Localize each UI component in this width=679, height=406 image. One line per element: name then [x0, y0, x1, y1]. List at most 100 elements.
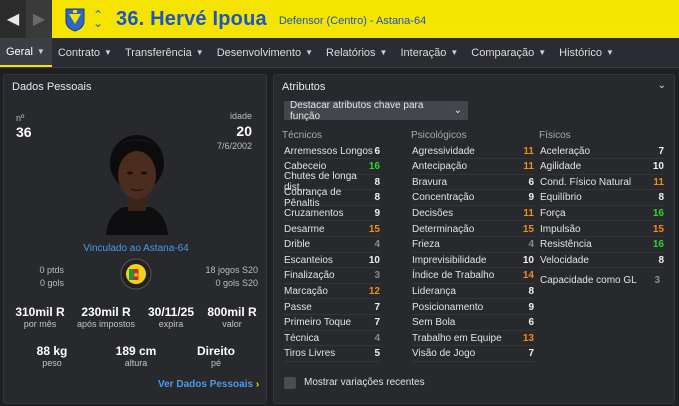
attribute-name: Sem Bola — [412, 317, 456, 329]
attribute-row[interactable]: Primeiro Toque 7 — [284, 316, 380, 331]
attribute-row[interactable]: Agressividade 11 — [412, 144, 534, 159]
attribute-row[interactable]: Técnica 4 — [284, 331, 380, 347]
number-label: nº — [16, 113, 25, 123]
tab-label: Comparação — [471, 46, 535, 59]
stat-label: após impostos — [76, 319, 136, 329]
attribute-row[interactable]: Passe 7 — [284, 300, 380, 315]
attribute-name: Antecipação — [412, 161, 468, 173]
attribute-row[interactable]: Bravura 6 — [412, 175, 534, 191]
highlight-attributes-dropdown[interactable]: Destacar atributos chave para função ⌄ — [284, 100, 468, 122]
stat-value: 800mil R — [207, 305, 257, 319]
attribute-row[interactable]: Decisões 11 — [412, 206, 534, 222]
stat-value: 230mil R — [81, 305, 131, 319]
attribute-row[interactable]: Cond. Físico Natural 11 — [540, 175, 664, 191]
attribute-value: 6 — [528, 176, 534, 188]
foot-stat: Direito pé — [184, 344, 248, 368]
attribute-name: Aceleração — [540, 145, 591, 157]
attribute-name: Frieza — [412, 239, 440, 251]
attribute-name: Desarme — [284, 223, 325, 235]
attribute-row[interactable]: Arremessos Longos 6 — [284, 144, 380, 159]
attribute-row[interactable]: Impulsão 15 — [540, 222, 664, 237]
caret-down-icon: ▼ — [605, 48, 614, 57]
attribute-row[interactable]: Frieza 4 — [412, 238, 534, 253]
attribute-name: Bravura — [412, 176, 448, 188]
club-link[interactable]: Vinculado ao Astana-64 — [4, 243, 268, 254]
nav-arrows: ◀ ▶ — [0, 0, 52, 38]
attribute-row[interactable]: Escanteios 10 — [284, 253, 380, 269]
attribute-name: Agressividade — [412, 145, 475, 157]
attribute-row[interactable]: Concentração 9 — [412, 191, 534, 206]
tab-label: Histórico — [559, 46, 602, 59]
tab-relatorios[interactable]: Relatórios ▼ — [320, 38, 394, 67]
tab-transferencia[interactable]: Transferência ▼ — [119, 38, 211, 67]
tab-label: Geral — [6, 45, 33, 58]
stat-label: peso — [42, 358, 62, 368]
attribute-row[interactable]: Posicionamento 9 — [412, 300, 534, 315]
attribute-row[interactable]: Tiros Livres 5 — [284, 347, 380, 362]
player-name: 36. Hervé Ipoua — [116, 7, 267, 30]
national-flag-icon[interactable] — [120, 258, 152, 290]
club-crest-icon[interactable] — [64, 6, 86, 32]
avatar — [98, 121, 176, 235]
attribute-name: Força — [540, 207, 566, 219]
attribute-row[interactable]: Índice de Trabalho 14 — [412, 269, 534, 284]
attribute-row[interactable]: Cruzamentos 9 — [284, 206, 380, 222]
player-role: Defensor (Centro) - Astana-64 — [278, 15, 427, 27]
attribute-value: 9 — [374, 207, 380, 219]
attribute-row[interactable]: Marcação 12 — [284, 284, 380, 300]
tab-desenvolvimento[interactable]: Desenvolvimento ▼ — [211, 38, 320, 67]
attribute-row[interactable]: Equilíbrio 8 — [540, 191, 664, 206]
panel-title: Dados Pessoais — [12, 81, 92, 93]
attribute-value: 10 — [368, 254, 380, 266]
attribute-row[interactable]: Sem Bola 6 — [412, 316, 534, 331]
attribute-row[interactable]: Imprevisibilidade 10 — [412, 253, 534, 269]
stat-value: 88 kg — [36, 344, 68, 358]
attribute-value: 8 — [374, 192, 380, 204]
panel-title: Atributos — [282, 81, 326, 93]
tab-geral[interactable]: Geral ▼ — [0, 38, 52, 67]
tab-bar: Geral ▼ Contrato ▼ Transferência ▼ Desenvol… — [0, 38, 679, 68]
caret-down-icon: ▼ — [195, 48, 204, 57]
attribute-row[interactable]: Liderança 8 — [412, 284, 534, 300]
attribute-row[interactable]: Cobrança de Pênaltis 8 — [284, 187, 380, 209]
tab-label: Interação — [400, 46, 447, 59]
attribute-row[interactable]: Força 16 — [540, 206, 664, 222]
attribute-name: Trabalho em Equipe — [412, 332, 502, 344]
attribute-row[interactable]: Antecipação 11 — [412, 160, 534, 175]
chevron-down-icon[interactable]: ⌃ ⌄ — [92, 9, 104, 29]
attribute-row[interactable]: Aceleração 7 — [540, 144, 664, 159]
stat-value: 189 cm — [115, 344, 157, 358]
back-arrow-icon[interactable]: ◀ — [0, 0, 26, 38]
chevron-down-icon[interactable]: ⌄ — [658, 80, 666, 91]
show-recent-changes-checkbox[interactable] — [284, 377, 296, 389]
attribute-value: 10 — [522, 254, 534, 266]
attribute-row[interactable]: Drible 4 — [284, 238, 380, 253]
attribute-value: 4 — [374, 332, 380, 344]
view-personal-data-link[interactable]: Ver Dados Pessoais › — [158, 379, 259, 390]
forward-arrow-icon[interactable]: ▶ — [26, 0, 52, 38]
attribute-name: Arremessos Longos — [284, 145, 373, 157]
tab-historico[interactable]: Histórico ▼ — [553, 38, 621, 67]
mental-column-title: Psicológicos — [411, 130, 467, 141]
contract-expiry-stat: 30/11/25 expira — [140, 305, 202, 329]
tab-interacao[interactable]: Interação ▼ — [394, 38, 465, 67]
attribute-row[interactable]: Agilidade 10 — [540, 160, 664, 175]
stat-value: Direito — [196, 344, 235, 358]
wage-stat: 310mil R por mês — [8, 305, 72, 329]
attribute-row[interactable]: Velocidade 8 — [540, 253, 664, 269]
attribute-name: Tiros Livres — [284, 348, 336, 360]
attribute-value: 8 — [528, 285, 534, 297]
attribute-row[interactable]: Resistência 16 — [540, 238, 664, 253]
tab-contrato[interactable]: Contrato ▼ — [52, 38, 119, 67]
attribute-row[interactable]: Determinação 15 — [412, 222, 534, 237]
attribute-row[interactable]: Visão de Jogo 7 — [412, 347, 534, 362]
attribute-value: 13 — [522, 332, 534, 344]
attribute-row[interactable]: Desarme 15 — [284, 222, 380, 237]
tab-comparacao[interactable]: Comparação ▼ — [465, 38, 553, 67]
age-label: idade — [229, 111, 252, 121]
attribute-row[interactable]: Finalização 3 — [284, 269, 380, 284]
attribute-value: 14 — [522, 270, 534, 282]
attribute-row[interactable]: Trabalho em Equipe 13 — [412, 331, 534, 347]
attribute-value: 3 — [374, 270, 380, 282]
attribute-name: Capacidade como GL — [540, 275, 637, 286]
